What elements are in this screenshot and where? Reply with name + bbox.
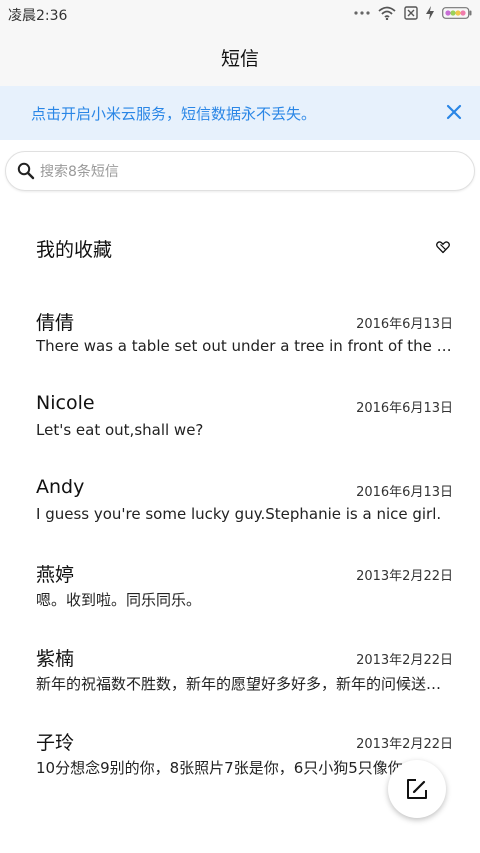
charging-icon bbox=[426, 6, 434, 20]
message-date: 2016年6月13日 bbox=[356, 317, 453, 332]
message-preview: I guess you're some lucky guy.Stephanie … bbox=[36, 505, 442, 523]
battery-icon bbox=[442, 7, 472, 19]
cloud-service-banner[interactable]: 点击开启小米云服务，短信数据永不丢失。 bbox=[0, 86, 480, 140]
wifi-icon bbox=[378, 6, 396, 20]
conversation-item[interactable]: 倩倩 2016年6月13日 There was a table set out … bbox=[0, 308, 480, 388]
status-time: 凌晨2:36 bbox=[8, 8, 68, 24]
heart-icon bbox=[436, 239, 450, 258]
conversation-item[interactable]: 紫楠 2013年2月22日 新年的祝福数不胜数，新年的愿望好多好多，新年的问候送… bbox=[0, 644, 480, 724]
conversation-item[interactable]: Andy 2016年6月13日 I guess you're some luck… bbox=[0, 476, 480, 556]
conversation-item[interactable]: 燕婷 2013年2月22日 嗯。收到啦。同乐同乐。 bbox=[0, 560, 480, 640]
conversation-item[interactable]: Nicole 2016年6月13日 Let's eat out,shall we… bbox=[0, 392, 480, 472]
banner-text[interactable]: 点击开启小米云服务，短信数据永不丢失。 bbox=[31, 103, 316, 124]
search-icon bbox=[17, 162, 35, 184]
compose-icon bbox=[406, 778, 428, 804]
message-preview: There was a table set out under a tree i… bbox=[36, 337, 454, 355]
message-date: 2013年2月22日 bbox=[356, 569, 453, 584]
contact-name: Nicole bbox=[36, 392, 95, 414]
page-title: 短信 bbox=[220, 48, 259, 70]
contact-name: 燕婷 bbox=[36, 564, 75, 586]
search-box[interactable] bbox=[5, 151, 475, 191]
message-date: 2013年2月22日 bbox=[356, 737, 453, 752]
status-bar: 凌晨2:36 bbox=[0, 0, 480, 28]
sim-error-icon bbox=[404, 6, 418, 20]
message-preview: 新年的祝福数不胜数，新年的愿望好多好多，新年的问候送给你 bbox=[36, 675, 454, 693]
signal-dots-icon bbox=[354, 9, 370, 17]
message-preview: 嗯。收到啦。同乐同乐。 bbox=[36, 591, 202, 609]
message-date: 2013年2月22日 bbox=[356, 653, 453, 668]
search-input[interactable] bbox=[38, 159, 462, 185]
contact-name: 倩倩 bbox=[36, 312, 75, 334]
message-date: 2016年6月13日 bbox=[356, 485, 453, 500]
compose-button[interactable] bbox=[388, 760, 446, 818]
message-preview: Let's eat out,shall we? bbox=[36, 421, 204, 439]
contact-name: 紫楠 bbox=[36, 648, 75, 670]
app-header: 短信 bbox=[0, 28, 480, 86]
message-date: 2016年6月13日 bbox=[356, 401, 453, 416]
close-icon[interactable] bbox=[442, 100, 466, 124]
contact-name: Andy bbox=[36, 476, 85, 498]
favorites-row[interactable]: 我的收藏 bbox=[0, 218, 480, 274]
favorites-label: 我的收藏 bbox=[36, 239, 113, 261]
contact-name: 子玲 bbox=[36, 732, 75, 754]
status-icons bbox=[354, 6, 472, 20]
